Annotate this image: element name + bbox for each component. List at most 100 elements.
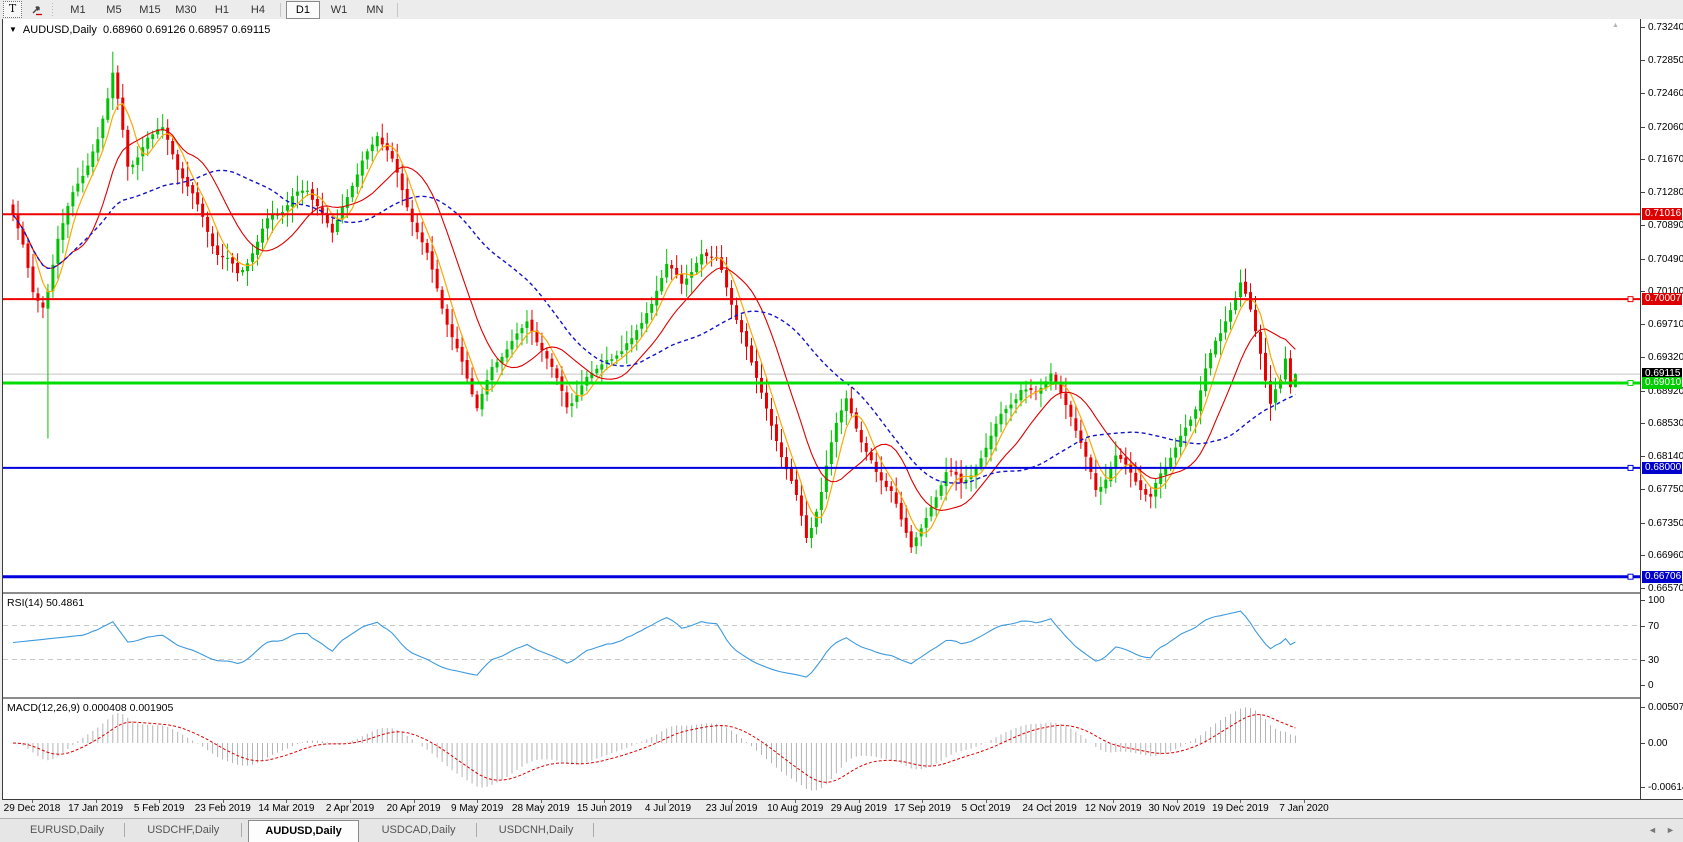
date-axis-label: 4 Jul 2019 — [645, 803, 691, 814]
toolbar-separator — [280, 3, 281, 17]
price-axis-tick: 0.72060 — [1648, 122, 1683, 133]
toolbar-grip[interactable] — [51, 3, 54, 17]
date-axis-tick — [732, 800, 733, 803]
date-axis-label: 12 Nov 2019 — [1085, 803, 1142, 814]
trading-terminal-window: T ▼ M1M5M15M30H1H4 D1W1MN ▼ AUDUSD,Daily 0… — [0, 0, 1683, 842]
macd-axis-tick: -0.006148 — [1648, 782, 1683, 793]
timeframe-button-m15[interactable]: M15 — [133, 1, 167, 19]
rsi-axis-tick: 100 — [1648, 595, 1665, 606]
axis-tick-mark — [1641, 357, 1645, 358]
date-axis-tick — [414, 800, 415, 803]
date-axis[interactable]: 29 Dec 201817 Jan 20195 Feb 201923 Feb 2… — [0, 800, 1683, 818]
date-axis-label: 10 Aug 2019 — [767, 803, 823, 814]
macd-axis-tick: 0.005076 — [1648, 702, 1683, 713]
axis-tick-mark — [1641, 489, 1645, 490]
toolbar-separator — [397, 3, 398, 17]
date-axis-label: 28 May 2019 — [512, 803, 570, 814]
price-axis-tick: 0.67350 — [1648, 518, 1683, 529]
date-axis-tick — [541, 800, 542, 803]
date-axis-label: 23 Feb 2019 — [195, 803, 251, 814]
tab-separator — [593, 823, 594, 837]
price-axis-tick: 0.72460 — [1648, 88, 1683, 99]
timeframe-button-d1[interactable]: D1 — [286, 1, 320, 19]
macd-panel-canvas[interactable] — [3, 699, 1640, 799]
date-axis-tick — [1304, 800, 1305, 803]
tab-audusd[interactable]: AUDUSD,Daily — [248, 820, 358, 842]
arrow-symbols-icon — [31, 4, 45, 16]
date-axis-label: 5 Oct 2019 — [962, 803, 1011, 814]
symbol-dropdown-icon[interactable]: ▼ — [9, 25, 17, 34]
date-axis-label: 17 Jan 2019 — [68, 803, 123, 814]
axis-tick-mark — [1641, 423, 1645, 424]
tab-eurusd[interactable]: EURUSD,Daily — [14, 820, 120, 841]
timeframe-button-m1[interactable]: M1 — [61, 1, 95, 19]
tab-separator — [124, 823, 125, 837]
chart-window: ▼AUDUSD,Daily 0.68960 0.69126 0.68957 0.… — [0, 19, 1683, 800]
chart-title: ▼AUDUSD,Daily 0.68960 0.69126 0.68957 0.… — [9, 24, 276, 36]
price-line-label-070007: 0.70007 — [1642, 293, 1682, 305]
date-axis-tick — [1113, 800, 1114, 803]
price-axis[interactable]: 0.73240 0.72850 0.72460 0.72060 0.71670 0.712… — [1641, 19, 1683, 800]
price-axis-tick: 0.73240 — [1648, 22, 1683, 33]
timeframe-button-h4[interactable]: H4 — [241, 1, 275, 19]
price-axis-tick: 0.68140 — [1648, 451, 1683, 462]
price-axis-tick: 0.71280 — [1648, 187, 1683, 198]
rsi-axis-tick: 0 — [1648, 680, 1654, 691]
axis-tick-mark — [1641, 600, 1645, 601]
axis-tick-mark — [1641, 159, 1645, 160]
axis-tick-mark — [1641, 707, 1645, 708]
date-axis-tick — [96, 800, 97, 803]
price-line-label-069010: 0.69010 — [1642, 377, 1682, 389]
price-axis-tick: 0.67750 — [1648, 484, 1683, 495]
rsi-panel-canvas[interactable] — [3, 594, 1640, 697]
timeframe-button-m5[interactable]: M5 — [97, 1, 131, 19]
date-axis-label: 7 Jan 2020 — [1279, 803, 1329, 814]
axis-tick-mark — [1641, 456, 1645, 457]
axis-tick-mark — [1641, 588, 1645, 589]
price-axis-tick: 0.71670 — [1648, 154, 1683, 165]
date-axis-label: 29 Aug 2019 — [831, 803, 887, 814]
date-axis-tick — [795, 800, 796, 803]
date-axis-label: 9 May 2019 — [451, 803, 503, 814]
price-chart-canvas[interactable] — [3, 21, 1640, 592]
price-axis-tick: 0.72850 — [1648, 55, 1683, 66]
axis-tick-mark — [1641, 391, 1645, 392]
tab-usdcnh[interactable]: USDCNH,Daily — [483, 820, 590, 841]
timeframe-button-mn[interactable]: MN — [358, 1, 392, 19]
tab-usdchf[interactable]: USDCHF,Daily — [131, 820, 235, 841]
date-axis-tick — [350, 800, 351, 803]
date-axis-label: 30 Nov 2019 — [1148, 803, 1205, 814]
price-line-label-068000: 0.68000 — [1642, 462, 1682, 474]
price-axis-tick: 0.68530 — [1648, 418, 1683, 429]
date-axis-label: 15 Jun 2019 — [577, 803, 632, 814]
price-axis-tick: 0.66570 — [1648, 583, 1683, 594]
price-axis-tick: 0.70890 — [1648, 220, 1683, 231]
date-axis-label: 19 Dec 2019 — [1212, 803, 1269, 814]
axis-tick-mark — [1641, 259, 1645, 260]
tab-scroll-left-icon[interactable]: ◄ — [1648, 825, 1657, 835]
price-axis-tick: 0.69320 — [1648, 352, 1683, 363]
date-axis-tick — [1177, 800, 1178, 803]
macd-indicator-label: MACD(12,26,9) 0.000408 0.001905 — [7, 702, 173, 714]
axis-tick-mark — [1641, 60, 1645, 61]
timeframe-button-w1[interactable]: W1 — [322, 1, 356, 19]
tab-usdcad[interactable]: USDCAD,Daily — [366, 820, 472, 841]
timeframe-button-m30[interactable]: M30 — [169, 1, 203, 19]
axis-tick-mark — [1641, 127, 1645, 128]
tab-separator — [476, 823, 477, 837]
axis-tick-mark — [1641, 192, 1645, 193]
text-tool-button[interactable]: T — [3, 1, 22, 18]
arrow-symbols-tool-button[interactable]: ▼ — [29, 2, 43, 17]
date-axis-label: 23 Jul 2019 — [706, 803, 758, 814]
axis-tick-mark — [1641, 660, 1645, 661]
axis-tick-mark — [1641, 555, 1645, 556]
timeframe-button-h1[interactable]: H1 — [205, 1, 239, 19]
price-axis-tick: 0.70490 — [1648, 254, 1683, 265]
axis-tick-mark — [1641, 787, 1645, 788]
chart-symbol-period: AUDUSD,Daily — [23, 24, 97, 36]
axis-tick-mark — [1641, 685, 1645, 686]
tab-scroll-right-icon[interactable]: ► — [1666, 825, 1675, 835]
price-line-label-071016: 0.71016 — [1642, 208, 1682, 220]
axis-scroll-up-icon[interactable]: ▲ — [1612, 22, 1619, 29]
rsi-indicator-label: RSI(14) 50.4861 — [7, 597, 84, 609]
